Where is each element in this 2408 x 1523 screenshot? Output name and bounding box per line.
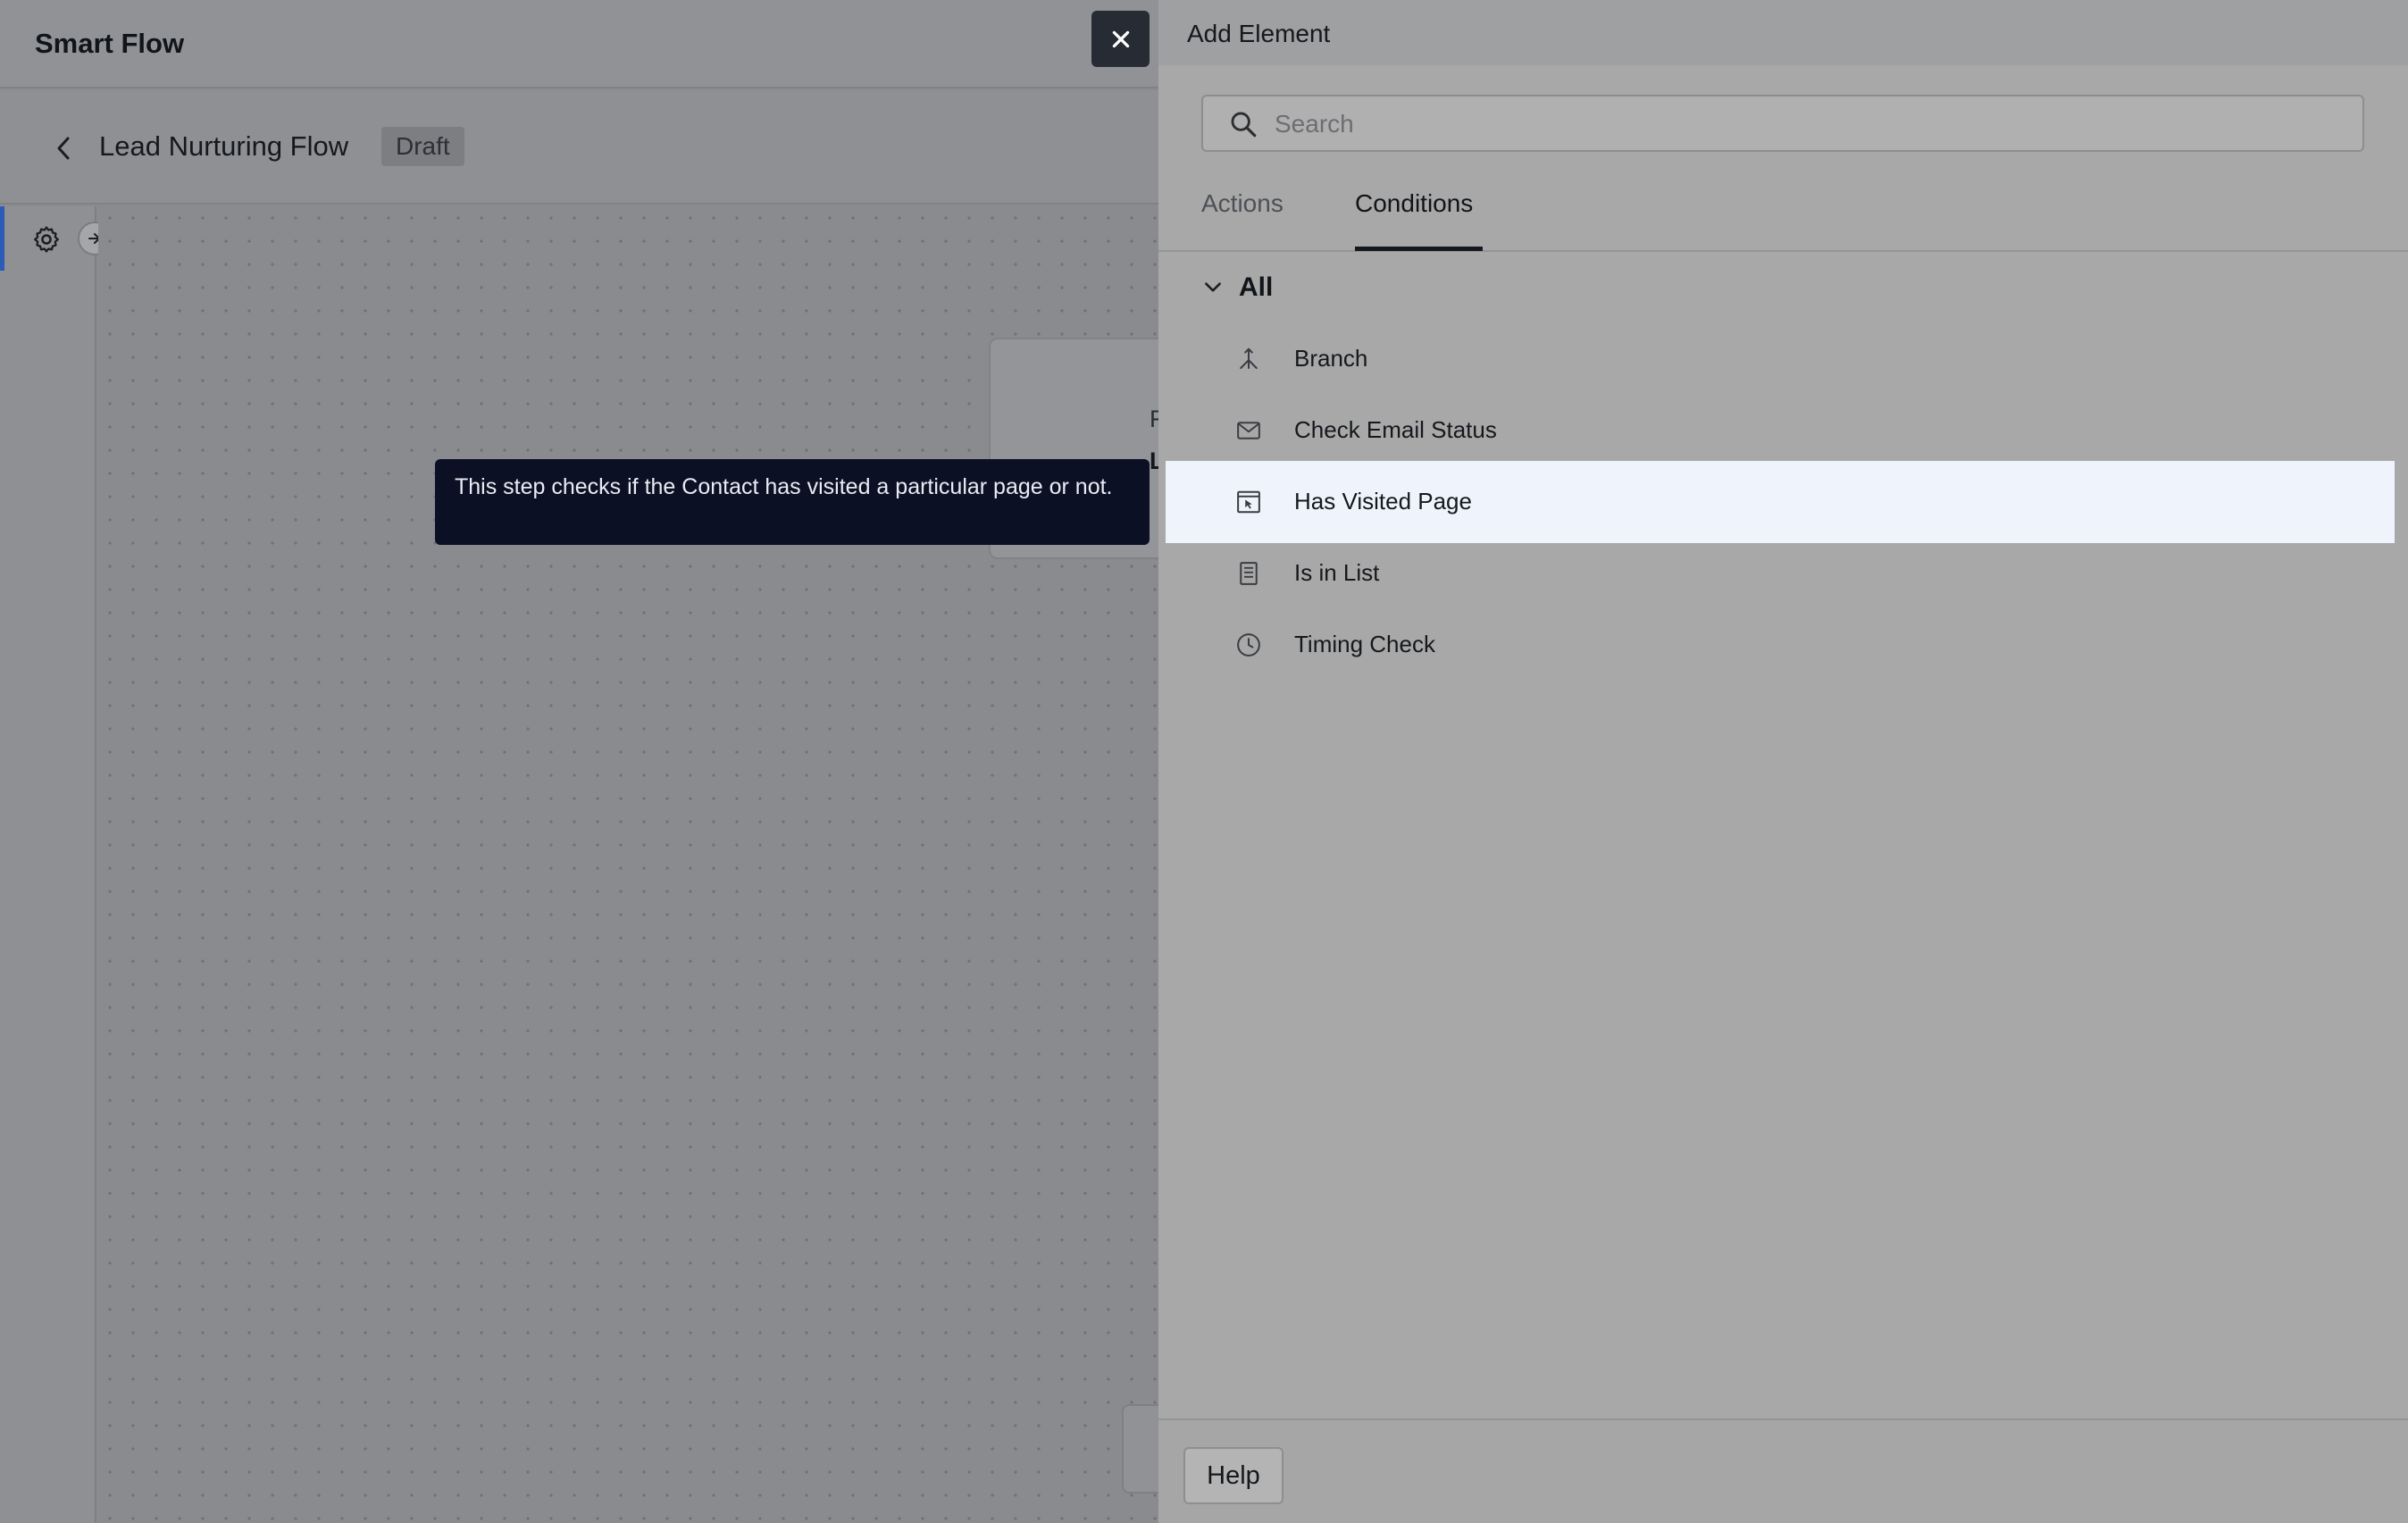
active-tab-indicator <box>1355 247 1483 251</box>
flow-name: Lead Nurturing Flow <box>99 130 349 162</box>
list-item-label: Timing Check <box>1294 631 1435 657</box>
list-item-has-visited-page[interactable]: Has Visited Page <box>1166 461 2395 543</box>
search-icon <box>1231 112 1257 138</box>
app-title: Smart Flow <box>35 28 185 59</box>
group-toggle-all[interactable]: All <box>1201 270 1273 305</box>
rail-active-indicator <box>0 206 4 271</box>
list-item-label: Has Visited Page <box>1294 488 1472 515</box>
settings-button[interactable] <box>29 222 64 257</box>
left-rail <box>0 206 96 1523</box>
gear-icon <box>34 226 59 253</box>
help-button[interactable]: Help <box>1183 1447 1283 1504</box>
list-item-label: Check Email Status <box>1294 416 1497 443</box>
panel-header: Add Element <box>1158 0 2408 65</box>
close-icon <box>1112 30 1129 47</box>
back-button[interactable] <box>48 130 79 166</box>
chevron-left-icon <box>57 137 70 160</box>
branch-icon <box>1240 347 1258 369</box>
list-item-label: Is in List <box>1294 559 1380 586</box>
status-badge: Draft <box>381 127 464 166</box>
panel-title: Add Element <box>1187 20 1331 47</box>
visited-page-icon <box>1237 490 1260 514</box>
group-label: All <box>1239 272 1274 302</box>
tab-conditions[interactable]: Conditions <box>1355 189 1473 252</box>
search-box <box>1201 95 2364 152</box>
list-document-icon <box>1240 562 1258 585</box>
tab-bar: Actions Conditions <box>1158 179 2408 252</box>
tab-actions[interactable]: Actions <box>1201 189 1283 252</box>
list-item-branch[interactable]: Branch <box>1166 318 2395 400</box>
search-input[interactable] <box>1275 105 2346 143</box>
list-item-check-email-status[interactable]: Check Email Status <box>1166 389 2395 472</box>
chevron-down-icon <box>1205 282 1221 292</box>
panel-footer: Help <box>1158 1418 2408 1523</box>
list-item-label: Branch <box>1294 345 1368 372</box>
tooltip: This step checks if the Contact has visi… <box>435 459 1150 545</box>
list-item-timing-check[interactable]: Timing Check <box>1166 604 2395 686</box>
list-item-is-in-list[interactable]: Is in List <box>1166 532 2395 615</box>
add-element-panel: Add Element Actions Conditions All Branc… <box>1158 0 2408 1523</box>
clock-icon <box>1237 633 1260 657</box>
close-button[interactable] <box>1091 11 1150 67</box>
app-header: Smart Flow <box>0 0 1158 88</box>
envelope-icon <box>1237 422 1260 439</box>
